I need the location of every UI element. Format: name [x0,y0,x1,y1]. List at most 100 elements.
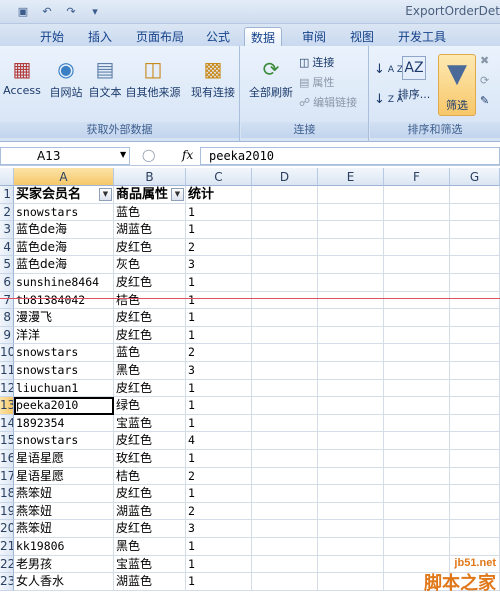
redo-icon[interactable]: ↷ [62,3,80,19]
attribute-cell[interactable]: 绿色 [114,397,186,415]
count-cell[interactable]: 2 [186,502,252,521]
sort-button[interactable]: AZ 排序... [394,54,434,102]
empty-cell[interactable] [318,274,384,292]
buyer-cell[interactable]: 蓝色de海 [14,256,114,274]
row-header[interactable]: 23 [0,573,14,591]
empty-cell[interactable] [450,432,500,450]
count-cell[interactable]: 1 [186,221,252,239]
empty-cell[interactable] [450,397,500,415]
count-cell[interactable]: 1 [186,538,252,556]
tab-page-layout[interactable]: 页面布局 [130,27,190,46]
empty-cell[interactable] [318,555,384,574]
filter-button[interactable]: ▼ 筛选 [438,54,476,116]
column-header-g[interactable]: G [450,168,500,186]
empty-cell[interactable] [450,274,500,292]
insert-function-icon[interactable]: fx [182,148,193,162]
attribute-cell[interactable]: 皮红色 [114,274,186,292]
buyer-cell[interactable]: tb81384042 [14,291,114,310]
row-header[interactable]: 13 [0,397,14,415]
buyer-cell[interactable]: 漫漫飞 [14,309,114,327]
empty-cell[interactable] [384,221,450,239]
properties-button[interactable]: ▤ 属性 [299,74,334,90]
empty-cell[interactable] [252,467,318,486]
attribute-cell[interactable]: 皮红色 [114,520,186,538]
count-cell[interactable]: 1 [186,573,252,591]
row-header[interactable]: 2 [0,203,14,222]
empty-cell[interactable] [384,485,450,503]
buyer-cell[interactable]: sunshine8464 [14,274,114,292]
empty-cell[interactable] [450,203,500,222]
empty-cell[interactable] [450,256,500,274]
empty-cell[interactable] [318,450,384,468]
column-header-a[interactable]: A [14,168,114,186]
attribute-cell[interactable]: 蓝色 [114,203,186,222]
empty-cell[interactable] [252,256,318,274]
row-header[interactable]: 9 [0,326,14,345]
row-header[interactable]: 6 [0,274,14,292]
count-cell[interactable]: 2 [186,344,252,362]
empty-cell[interactable] [318,238,384,257]
refresh-all-button[interactable]: ⟳ 全部刷新 [245,54,297,100]
empty-cell[interactable] [450,520,500,538]
empty-cell[interactable] [318,485,384,503]
empty-cell[interactable] [384,326,450,345]
attribute-cell[interactable]: 桔色 [114,291,186,310]
empty-cell[interactable] [384,414,450,433]
attribute-cell[interactable]: 宝蓝色 [114,555,186,574]
tab-formulas[interactable]: 公式 [200,27,236,46]
empty-cell[interactable] [318,221,384,239]
count-cell[interactable]: 4 [186,432,252,450]
connections-button[interactable]: ◫ 连接 [299,54,334,70]
formula-input[interactable]: peeka2010 [200,147,500,165]
column-header-e[interactable]: E [318,168,384,186]
empty-cell[interactable] [318,379,384,398]
empty-cell[interactable] [318,256,384,274]
name-box-dropdown-icon[interactable]: ▼ [120,150,126,159]
empty-cell[interactable] [450,344,500,362]
undo-icon[interactable]: ↶ [38,3,56,19]
empty-cell[interactable] [318,414,384,433]
name-box[interactable]: A13 [0,147,130,165]
select-all-corner[interactable] [0,168,14,186]
empty-cell[interactable] [384,432,450,450]
attribute-cell[interactable]: 皮红色 [114,379,186,398]
empty-cell[interactable] [450,309,500,327]
count-cell[interactable]: 2 [186,238,252,257]
empty-cell[interactable] [384,203,450,222]
from-text-button[interactable]: ▤ 自文本 [86,54,124,100]
count-cell[interactable]: 1 [186,326,252,345]
tab-home[interactable]: 开始 [34,27,70,46]
empty-cell[interactable] [252,502,318,521]
empty-cell[interactable] [318,203,384,222]
empty-cell[interactable] [318,538,384,556]
buyer-cell[interactable]: 蓝色de海 [14,238,114,257]
empty-cell[interactable] [384,450,450,468]
empty-cell[interactable] [252,326,318,345]
empty-cell[interactable] [450,291,500,310]
attribute-cell[interactable]: 皮红色 [114,238,186,257]
attribute-cell[interactable]: 皮红色 [114,432,186,450]
buyer-cell[interactable]: kk19806 [14,538,114,556]
empty-cell[interactable] [252,414,318,433]
empty-cell[interactable] [318,397,384,415]
row-header[interactable]: 7 [0,291,14,310]
count-cell[interactable]: 1 [186,203,252,222]
empty-cell[interactable] [318,309,384,327]
empty-cell[interactable] [450,450,500,468]
attribute-cell[interactable]: 皮红色 [114,326,186,345]
empty-cell[interactable] [450,186,500,204]
empty-cell[interactable] [318,520,384,538]
count-cell[interactable]: 1 [186,379,252,398]
empty-cell[interactable] [384,379,450,398]
empty-cell[interactable] [252,555,318,574]
empty-cell[interactable] [318,432,384,450]
column-header-f[interactable]: F [384,168,450,186]
advanced-filter-icon[interactable]: ✎ [480,94,489,107]
empty-cell[interactable] [450,326,500,345]
row-header[interactable]: 18 [0,485,14,503]
buyer-cell[interactable]: 洋洋 [14,326,114,345]
buyer-cell[interactable]: 星语星愿 [14,450,114,468]
empty-cell[interactable] [384,186,450,204]
empty-cell[interactable] [450,467,500,486]
empty-cell[interactable] [318,326,384,345]
